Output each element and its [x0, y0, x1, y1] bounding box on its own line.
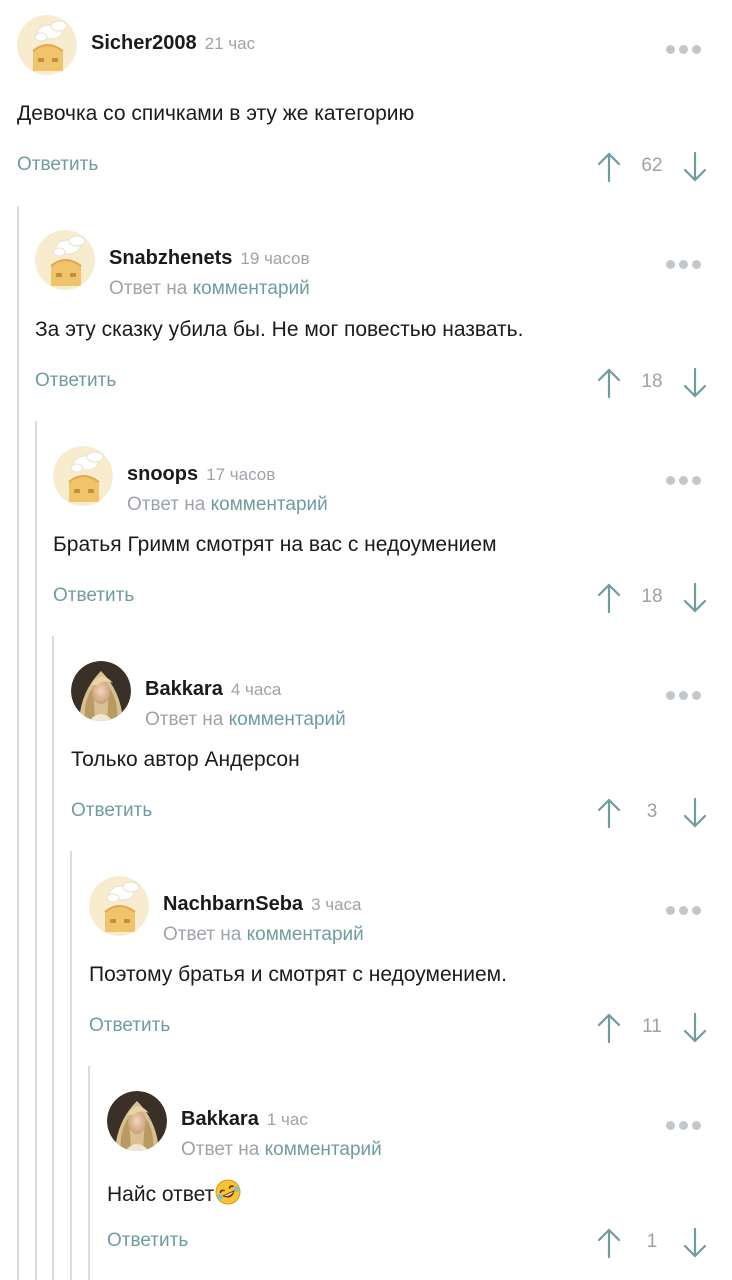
vote-score: 18: [641, 586, 663, 607]
comment-header: Sicher2008 21 час: [17, 15, 732, 75]
comment-actions: Ответить 18: [53, 578, 732, 618]
comment-actions: Ответить 3: [71, 793, 732, 833]
timestamp: 4 часа: [230, 680, 282, 699]
comment-text: Девочка со спичками в эту же категорию: [17, 102, 415, 125]
comment-text-content: Найс ответ: [107, 1183, 215, 1206]
timestamp: 17 часов: [206, 465, 276, 484]
more-options-icon[interactable]: [666, 902, 706, 915]
timestamp: 21 час: [204, 34, 256, 53]
reply-button[interactable]: Ответить: [71, 800, 152, 822]
downvote-arrow-icon[interactable]: [682, 1011, 708, 1045]
reply-to-link[interactable]: комментарий: [229, 709, 346, 730]
comment-actions: Ответить 18: [35, 363, 732, 403]
thread-line: [70, 851, 72, 1280]
comment: Sicher2008 21 час Девочка со спичками в э…: [17, 15, 732, 205]
upvote-arrow-icon[interactable]: [596, 150, 622, 184]
reply-to-link[interactable]: комментарий: [211, 494, 328, 515]
upvote-arrow-icon[interactable]: [596, 1226, 622, 1260]
default-avatar-icon[interactable]: [89, 876, 149, 936]
upvote-arrow-icon[interactable]: [596, 796, 622, 830]
comment-header: Snabzhenets 19 часов Ответ на комментарий: [35, 230, 732, 299]
default-avatar-icon[interactable]: [35, 230, 95, 290]
more-options-icon[interactable]: [666, 472, 706, 485]
more-options-icon[interactable]: [666, 1117, 706, 1130]
username[interactable]: NachbarnSeba 3 часа: [163, 893, 362, 916]
reply-button[interactable]: Ответить: [35, 370, 116, 392]
thread-line: [52, 636, 54, 1280]
username[interactable]: Snabzhenets 19 часов: [109, 247, 309, 270]
comment: Snabzhenets 19 часов Ответ на комментарий…: [35, 230, 732, 420]
photo-avatar[interactable]: [107, 1091, 167, 1151]
timestamp: 3 часа: [311, 895, 362, 914]
rolling-on-floor-laughing-emoji-icon: [214, 1178, 242, 1206]
comment: Bakkara 1 час Ответ на комментарий Найс о…: [107, 1091, 732, 1280]
comment-actions: Ответить 1: [107, 1223, 732, 1263]
vote-score: 18: [641, 371, 663, 392]
thread-line: [17, 206, 19, 1280]
comment-text: За эту сказку убила бы. Не мог повестью …: [35, 318, 524, 341]
downvote-arrow-icon[interactable]: [682, 1226, 708, 1260]
reply-to-link[interactable]: комментарий: [193, 278, 310, 299]
comment-actions: Ответить 11: [89, 1008, 732, 1048]
default-avatar-icon[interactable]: [17, 15, 77, 75]
vote-score: 62: [641, 155, 663, 176]
comment: snoops 17 часов Ответ на комментарий Брат…: [53, 446, 732, 636]
reply-to-link[interactable]: комментарий: [265, 1139, 382, 1160]
more-options-icon[interactable]: [666, 256, 706, 269]
vote-controls: 62: [596, 147, 708, 187]
upvote-arrow-icon[interactable]: [596, 366, 622, 400]
comment: Bakkara 4 часа Ответ на комментарий Тольк…: [71, 661, 732, 851]
downvote-arrow-icon[interactable]: [682, 581, 708, 615]
vote-score: 3: [646, 801, 658, 822]
thread-line: [88, 1066, 90, 1280]
vote-controls: 3: [596, 793, 708, 833]
reply-to-line: Ответ на комментарий: [145, 709, 346, 730]
more-options-icon[interactable]: [666, 41, 706, 54]
comment-header: snoops 17 часов Ответ на комментарий: [53, 446, 732, 515]
vote-controls: 18: [596, 578, 708, 618]
comment-header: Bakkara 4 часа Ответ на комментарий: [71, 661, 732, 730]
vote-score: 11: [642, 1016, 662, 1037]
vote-controls: 18: [596, 363, 708, 403]
downvote-arrow-icon[interactable]: [682, 150, 708, 184]
username[interactable]: Bakkara 1 час: [181, 1108, 308, 1131]
reply-button[interactable]: Ответить: [89, 1015, 170, 1037]
timestamp: 19 часов: [240, 249, 310, 268]
vote-controls: 11: [596, 1008, 708, 1048]
comment-header: NachbarnSeba 3 часа Ответ на комментарий: [89, 876, 732, 945]
photo-avatar[interactable]: [71, 661, 131, 721]
reply-button[interactable]: Ответить: [53, 585, 134, 607]
comment: NachbarnSeba 3 часа Ответ на комментарий …: [89, 876, 732, 1066]
upvote-arrow-icon[interactable]: [596, 1011, 622, 1045]
reply-to-line: Ответ на комментарий: [181, 1139, 382, 1160]
upvote-arrow-icon[interactable]: [596, 581, 622, 615]
reply-to-link[interactable]: комментарий: [247, 924, 364, 945]
comment-header: Bakkara 1 час Ответ на комментарий: [107, 1091, 732, 1160]
more-options-icon[interactable]: [666, 687, 706, 700]
reply-button[interactable]: Ответить: [107, 1230, 188, 1252]
comment-text: Братья Гримм смотрят на вас с недоумение…: [53, 533, 497, 556]
thread-line: [35, 421, 37, 1280]
vote-score: 1: [646, 1231, 658, 1252]
reply-button[interactable]: Ответить: [17, 154, 98, 176]
timestamp: 1 час: [266, 1110, 308, 1129]
username[interactable]: Sicher2008 21 час: [91, 32, 255, 55]
default-avatar-icon[interactable]: [53, 446, 113, 506]
reply-to-line: Ответ на комментарий: [109, 278, 310, 299]
reply-to-line: Ответ на комментарий: [127, 494, 328, 515]
username[interactable]: snoops 17 часов: [127, 463, 275, 486]
comment-text: Найс ответ: [107, 1178, 242, 1207]
comment-text: Поэтому братья и смотрят с недоумением.: [89, 963, 507, 986]
downvote-arrow-icon[interactable]: [682, 796, 708, 830]
comment-actions: Ответить 62: [17, 147, 732, 187]
comment-text: Только автор Андерсон: [71, 748, 300, 771]
vote-controls: 1: [596, 1223, 708, 1263]
downvote-arrow-icon[interactable]: [682, 366, 708, 400]
reply-to-line: Ответ на комментарий: [163, 924, 364, 945]
username[interactable]: Bakkara 4 часа: [145, 678, 281, 701]
